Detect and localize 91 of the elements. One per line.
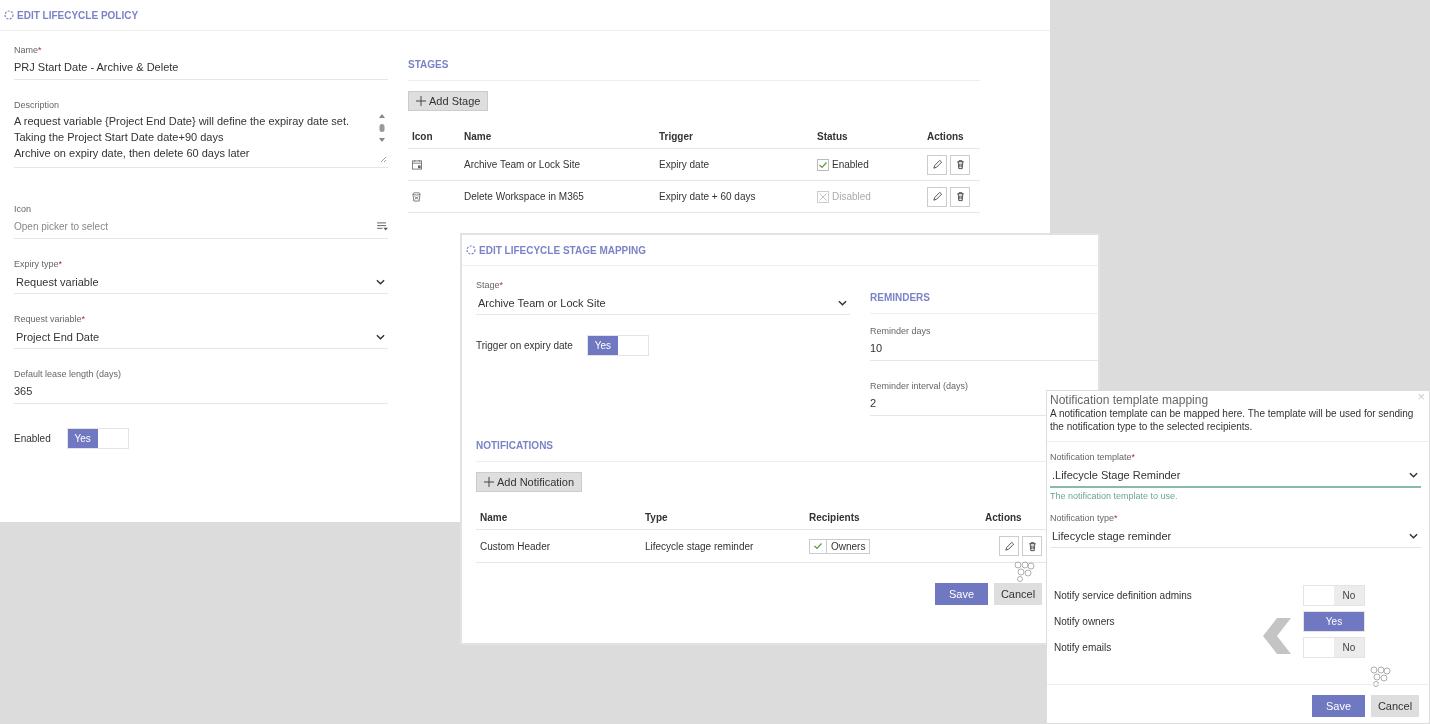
edit-button[interactable] bbox=[927, 186, 947, 207]
toggle-switch[interactable]: Yes bbox=[586, 335, 649, 356]
table-cell: Expiry date bbox=[655, 149, 813, 181]
caret-icon bbox=[838, 299, 847, 306]
delete-button[interactable] bbox=[1022, 536, 1042, 556]
panel-title: EDIT LIFECYCLE STAGE MAPPING bbox=[479, 244, 647, 256]
toggle-switch[interactable]: No bbox=[1303, 584, 1365, 606]
loading-icon bbox=[1012, 561, 1036, 585]
column-header: Recipients bbox=[805, 506, 981, 530]
description-field[interactable]: A request variable {Project End Date} will define the expiray date set. Taking the Project Start Date date+90 days Archive on expiry date, then delete 60 days later bbox=[14, 113, 388, 168]
loading-icon bbox=[1368, 666, 1392, 690]
picker-icon bbox=[377, 222, 388, 231]
delete-button[interactable] bbox=[950, 186, 970, 207]
bin-icon bbox=[412, 191, 421, 202]
cancel-button[interactable]: Cancel bbox=[994, 583, 1042, 605]
text-field[interactable]: 365 bbox=[14, 382, 388, 404]
text-field[interactable]: PRJ Start Date - Archive & Delete bbox=[14, 58, 388, 80]
caret-icon bbox=[1409, 471, 1418, 478]
toggle-label: Notify service definition admins bbox=[1054, 589, 1193, 601]
toggle-label: Notify emails bbox=[1054, 641, 1113, 653]
text-field[interactable]: 10 bbox=[870, 339, 1098, 361]
resize-grip-icon bbox=[379, 155, 387, 163]
caret-icon bbox=[1409, 532, 1418, 539]
column-header: Name bbox=[476, 506, 641, 530]
plus-icon bbox=[484, 477, 494, 487]
field-label: Reminder days bbox=[870, 326, 932, 336]
caret-icon bbox=[376, 333, 385, 340]
toggle-switch[interactable]: Yes bbox=[1303, 610, 1365, 632]
add-notification-button[interactable]: Add Notification bbox=[476, 472, 583, 492]
section-heading: STAGES bbox=[408, 59, 450, 70]
field-label: Description bbox=[14, 100, 61, 110]
delete-button[interactable] bbox=[950, 154, 970, 175]
trash-icon bbox=[1026, 540, 1038, 552]
column-header: Icon bbox=[408, 125, 460, 149]
field-label: Icon bbox=[14, 204, 32, 214]
table-cell: Delete Workspace in M365 bbox=[460, 181, 655, 213]
column-header: Trigger bbox=[655, 125, 813, 149]
plus-icon bbox=[416, 96, 426, 106]
field-label: Name* bbox=[14, 45, 43, 55]
field-label: Expiry type* bbox=[14, 259, 64, 269]
column-header: Actions bbox=[923, 125, 980, 149]
table-cell: Lifecycle stage reminder bbox=[641, 530, 805, 563]
cancel-button[interactable]: Cancel bbox=[1371, 695, 1419, 717]
section-heading: REMINDERS bbox=[870, 292, 931, 303]
trash-icon bbox=[954, 159, 966, 170]
select-field[interactable]: Archive Team or Lock Site bbox=[476, 293, 850, 315]
column-header: Name bbox=[460, 125, 655, 149]
field-hint: The notification template to use. bbox=[1050, 491, 1179, 501]
pencil-icon bbox=[931, 191, 943, 202]
field-label: Notification template* bbox=[1050, 452, 1137, 462]
toggle-switch[interactable]: Yes bbox=[66, 428, 129, 449]
field-label: Notification type* bbox=[1050, 513, 1119, 523]
field-label: Reminder interval (days) bbox=[870, 381, 970, 391]
panel-title: EDIT LIFECYCLE POLICY bbox=[17, 9, 139, 21]
save-button[interactable]: Save bbox=[1312, 695, 1365, 717]
toggle-label: Trigger on expiry date bbox=[476, 340, 573, 351]
recipient-tag: Owners bbox=[809, 538, 871, 554]
edit-button[interactable] bbox=[999, 536, 1019, 556]
trash-icon bbox=[954, 191, 966, 202]
edit-button[interactable] bbox=[927, 154, 947, 175]
status-indicator: Enabled bbox=[817, 158, 869, 171]
table-cell: Custom Header bbox=[476, 530, 641, 563]
pencil-icon bbox=[931, 159, 943, 170]
loading-icon bbox=[466, 245, 476, 255]
column-header: Type bbox=[641, 506, 805, 530]
check-icon bbox=[813, 541, 823, 551]
column-header: Status bbox=[813, 125, 923, 149]
save-button[interactable]: Save bbox=[935, 583, 988, 605]
section-heading: NOTIFICATIONS bbox=[476, 440, 555, 451]
toggle-label: Notify owners bbox=[1054, 615, 1116, 627]
calendar-icon bbox=[412, 159, 423, 170]
select-field[interactable]: Project End Date bbox=[14, 327, 388, 349]
field-label: Stage* bbox=[476, 280, 505, 290]
field-value: A request variable {Project End Date} will define the expiray date set. Taking the Project Start Date date+90 days Archive on expiry date, then delete 60 days later bbox=[14, 115, 350, 159]
chevron-icon bbox=[1263, 618, 1291, 654]
field-label: Default lease length (days) bbox=[14, 369, 123, 379]
add-stage-button[interactable]: Add Stage bbox=[408, 91, 489, 111]
select-field[interactable]: .Lifecycle Stage Reminder bbox=[1050, 465, 1421, 488]
table-cell: Archive Team or Lock Site bbox=[460, 149, 655, 181]
icon-picker-field[interactable]: Open picker to select bbox=[14, 217, 388, 239]
toggle-label: Enabled bbox=[14, 433, 51, 444]
field-label: Request variable* bbox=[14, 314, 87, 324]
table-cell: Expiry date + 60 days bbox=[655, 181, 813, 213]
select-field[interactable]: Lifecycle stage reminder bbox=[1050, 526, 1421, 548]
select-field[interactable]: Request variable bbox=[14, 272, 388, 294]
status-indicator: Disabled bbox=[817, 190, 871, 203]
scrollbar-icon bbox=[378, 113, 386, 143]
toggle-switch[interactable]: No bbox=[1303, 636, 1365, 658]
pencil-icon bbox=[1003, 540, 1015, 552]
caret-icon bbox=[376, 278, 385, 285]
loading-icon bbox=[4, 10, 14, 20]
